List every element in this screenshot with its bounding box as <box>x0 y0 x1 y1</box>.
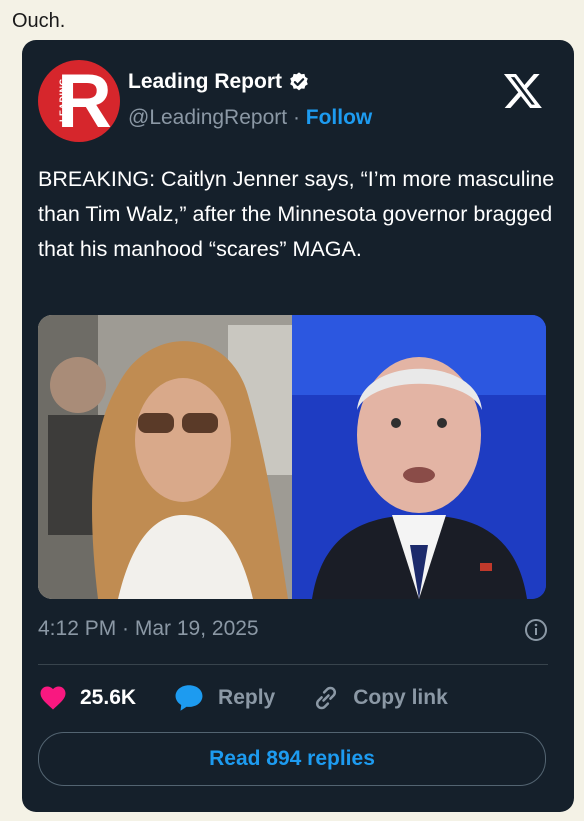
author-name-row[interactable]: Leading Report <box>128 70 310 94</box>
photo-right[interactable] <box>292 315 546 599</box>
verified-badge-icon <box>290 72 308 91</box>
embedded-tweet-card[interactable]: LEADING R Leading Report @LeadingReport … <box>22 40 574 812</box>
read-replies-button[interactable]: Read 894 replies <box>38 732 546 786</box>
info-icon[interactable] <box>524 618 548 642</box>
tweet-text: BREAKING: Caitlyn Jenner says, “I’m more… <box>38 167 555 261</box>
read-replies-label: Read 894 replies <box>209 747 375 770</box>
follow-button[interactable]: Follow <box>306 106 373 129</box>
like-count: 25.6K <box>80 686 137 709</box>
author-handle[interactable]: @LeadingReport <box>128 106 287 129</box>
divider <box>38 664 548 665</box>
photo-left-illustration <box>38 315 292 599</box>
reply-button[interactable]: Reply <box>172 681 275 715</box>
author-name[interactable]: Leading Report <box>128 70 282 94</box>
tweet-timestamp[interactable]: 4:12 PM · Mar 19, 2025 <box>38 617 259 641</box>
heart-icon <box>40 686 66 710</box>
tweet-actions: 25.6K Reply Copy link <box>38 680 484 716</box>
copy-link-button[interactable]: Copy link <box>311 683 448 713</box>
photo-left[interactable] <box>38 315 292 599</box>
photo-right-illustration <box>292 315 546 599</box>
avatar-letter: R <box>57 60 112 143</box>
reply-label: Reply <box>218 686 276 709</box>
reply-bubble-icon <box>175 685 203 711</box>
post-caption: Ouch. <box>12 10 66 32</box>
handle-row: @LeadingReport · Follow <box>128 106 372 130</box>
link-icon <box>316 686 337 710</box>
tweet-media[interactable] <box>38 315 546 599</box>
copy-link-label: Copy link <box>353 686 448 709</box>
like-button[interactable]: 25.6K <box>38 683 136 713</box>
handle-separator: · <box>292 106 300 129</box>
author-avatar[interactable]: LEADING R <box>38 60 120 142</box>
x-logo-icon[interactable] <box>502 70 544 112</box>
